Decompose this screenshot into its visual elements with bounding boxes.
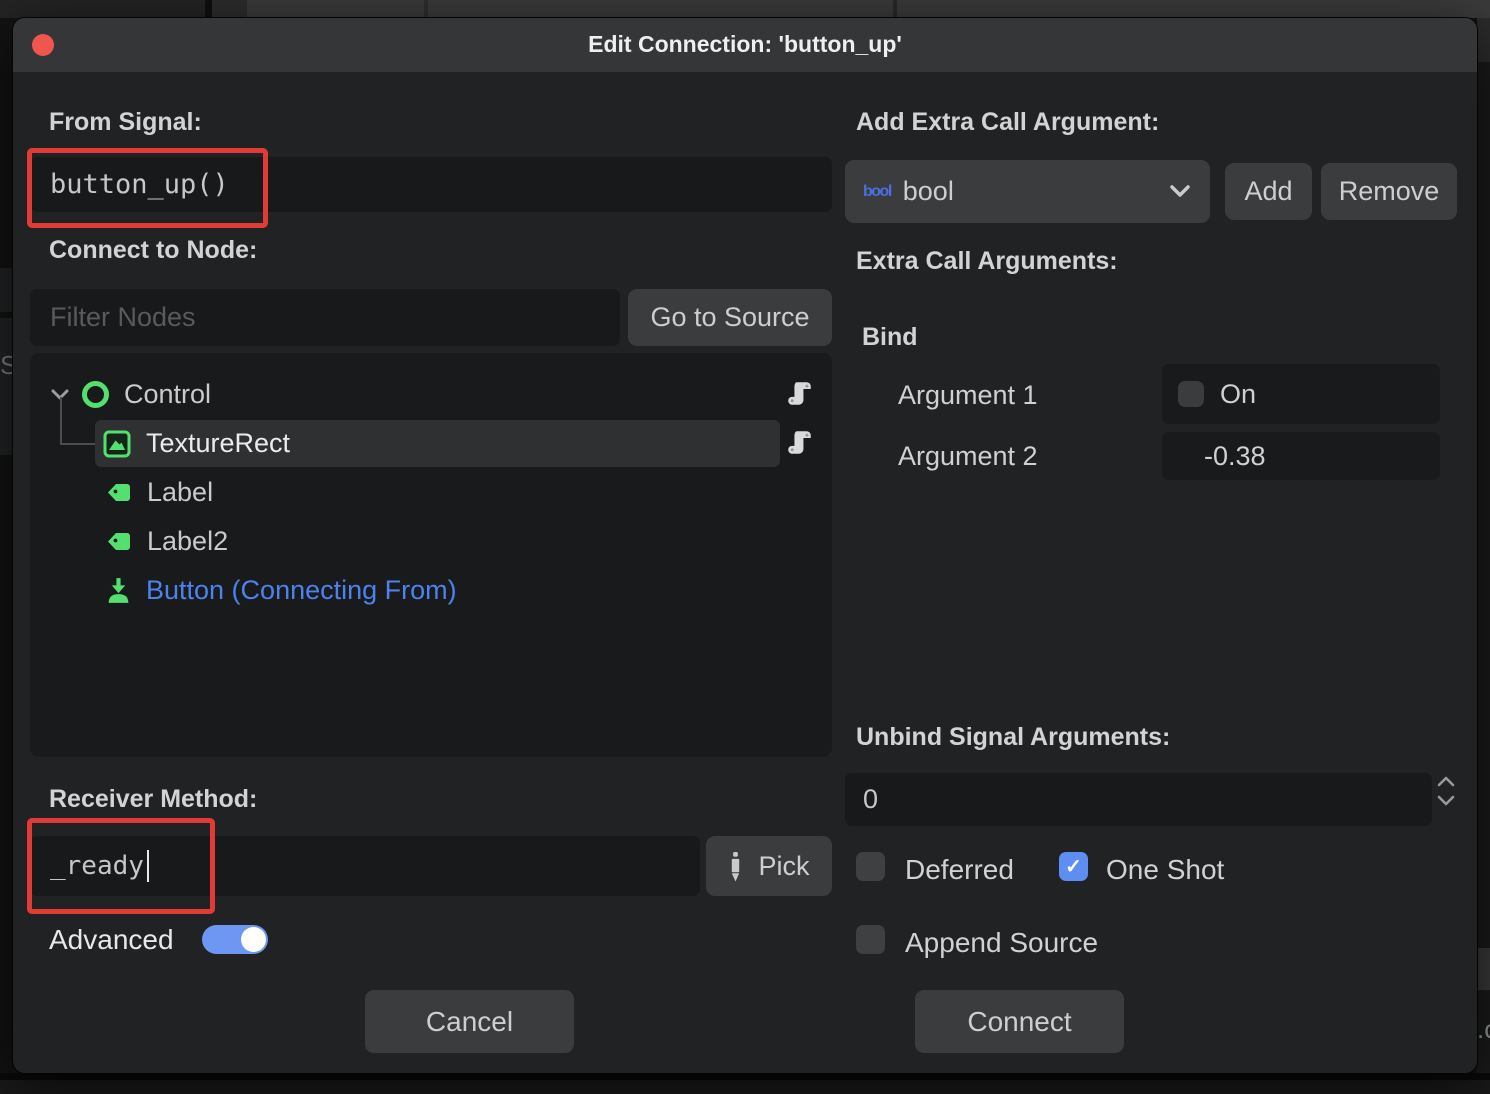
unbind-value: 0 bbox=[863, 784, 878, 815]
cancel-label: Cancel bbox=[426, 1006, 513, 1038]
advanced-label: Advanced bbox=[49, 924, 174, 956]
argument-1-value: On bbox=[1220, 379, 1256, 410]
node-tree-panel: Control TextureRect Label bbox=[30, 353, 832, 757]
unbind-signal-arguments-label: Unbind Signal Arguments: bbox=[856, 723, 1170, 752]
bg-bottom-strip-dark bbox=[0, 1073, 1490, 1080]
bg-top-strip bbox=[0, 0, 1490, 18]
from-signal-value: button_up() bbox=[50, 169, 229, 200]
label-node-icon bbox=[105, 479, 133, 506]
one-shot-checkbox[interactable]: ✓ bbox=[1059, 852, 1088, 881]
append-source-checkbox[interactable] bbox=[856, 925, 885, 954]
unbind-spinner-field[interactable]: 0 bbox=[845, 773, 1432, 826]
argument-2-value: -0.38 bbox=[1204, 441, 1266, 472]
button-node-icon bbox=[105, 576, 132, 605]
argument-type-value: bool bbox=[903, 176, 954, 207]
bg-left-block-2 bbox=[0, 318, 13, 455]
go-to-source-label: Go to Source bbox=[650, 302, 809, 333]
bg-left-block-1 bbox=[0, 268, 13, 312]
bg-top-seg-b bbox=[205, 0, 212, 18]
bool-type-icon: bool bbox=[863, 183, 891, 201]
script-icon bbox=[786, 380, 813, 407]
bg-left-strip: S bbox=[0, 18, 13, 1073]
deferred-checkbox[interactable] bbox=[856, 852, 885, 881]
tree-node-label: Label2 bbox=[147, 526, 228, 557]
spinner-arrows bbox=[1437, 776, 1455, 806]
bg-top-seg-c bbox=[212, 0, 247, 18]
connect-label: Connect bbox=[967, 1006, 1071, 1038]
bind-label: Bind bbox=[862, 323, 918, 352]
add-extra-call-argument-label: Add Extra Call Argument: bbox=[856, 108, 1159, 137]
argument-type-dropdown[interactable]: bool bool bbox=[845, 160, 1210, 223]
label-node-icon bbox=[105, 528, 133, 555]
receiver-method-field[interactable]: _ready bbox=[30, 836, 700, 896]
tree-row-button[interactable]: Button (Connecting From) bbox=[105, 566, 457, 614]
append-source-label: Append Source bbox=[905, 927, 1098, 959]
argument-1-value-box: On bbox=[1162, 364, 1440, 424]
cancel-button[interactable]: Cancel bbox=[365, 990, 574, 1053]
bg-right-strip: .c bbox=[1477, 18, 1490, 1073]
tree-node-label: TextureRect bbox=[146, 428, 290, 459]
argument-1-name: Argument 1 bbox=[898, 380, 1038, 411]
filter-nodes-input[interactable] bbox=[30, 289, 620, 346]
add-label: Add bbox=[1244, 176, 1292, 207]
add-argument-button[interactable]: Add bbox=[1225, 163, 1312, 220]
one-shot-label: One Shot bbox=[1106, 854, 1224, 886]
receiver-method-value: _ready bbox=[50, 851, 144, 881]
connect-to-node-label: Connect to Node: bbox=[49, 236, 257, 265]
texturerect-node-icon bbox=[103, 430, 131, 458]
text-cursor bbox=[147, 850, 149, 882]
bg-top-seg-a bbox=[0, 0, 205, 18]
pencil-icon bbox=[728, 851, 743, 882]
bg-bottom-strip bbox=[0, 1080, 1490, 1094]
advanced-toggle[interactable] bbox=[202, 925, 268, 954]
pick-label: Pick bbox=[758, 851, 809, 882]
receiver-method-label: Receiver Method: bbox=[49, 785, 257, 814]
edit-connection-dialog: Edit Connection: 'button_up' From Signal… bbox=[13, 18, 1477, 1073]
check-icon: ✓ bbox=[1065, 854, 1082, 879]
spinner-up-icon[interactable] bbox=[1437, 776, 1455, 787]
toggle-knob bbox=[241, 927, 266, 952]
from-signal-field[interactable]: button_up() bbox=[30, 157, 832, 212]
deferred-label: Deferred bbox=[905, 854, 1014, 886]
tree-node-label: Control bbox=[124, 379, 211, 410]
remove-label: Remove bbox=[1339, 176, 1440, 207]
tree-row-label[interactable]: Label bbox=[105, 468, 213, 516]
tree-node-label: Button (Connecting From) bbox=[146, 575, 457, 606]
connect-button[interactable]: Connect bbox=[915, 990, 1124, 1053]
tree-connector-line bbox=[60, 397, 96, 445]
argument-2-value-box[interactable]: -0.38 bbox=[1162, 432, 1440, 480]
tree-node-label: Label bbox=[147, 477, 213, 508]
bg-right-partial-text: .c bbox=[1477, 1014, 1490, 1045]
bg-right-block-1 bbox=[1477, 18, 1490, 62]
bg-right-block-2 bbox=[1477, 948, 1490, 990]
extra-call-arguments-label: Extra Call Arguments: bbox=[856, 247, 1118, 276]
spinner-down-icon[interactable] bbox=[1437, 795, 1455, 806]
dialog-title: Edit Connection: 'button_up' bbox=[13, 31, 1477, 58]
from-signal-label: From Signal: bbox=[49, 108, 202, 137]
tree-row-label2[interactable]: Label2 bbox=[105, 517, 228, 565]
argument-1-checkbox[interactable] bbox=[1178, 381, 1204, 407]
go-to-source-button[interactable]: Go to Source bbox=[628, 289, 832, 346]
chevron-down-icon bbox=[1168, 184, 1192, 199]
bg-top-divider-2 bbox=[893, 0, 897, 18]
pick-button[interactable]: Pick bbox=[706, 836, 832, 896]
dialog-titlebar: Edit Connection: 'button_up' bbox=[13, 18, 1477, 72]
bg-top-divider-1 bbox=[424, 0, 428, 18]
argument-2-name: Argument 2 bbox=[898, 441, 1038, 472]
tree-row-texturerect[interactable]: TextureRect bbox=[95, 420, 780, 467]
remove-argument-button[interactable]: Remove bbox=[1321, 163, 1457, 220]
script-icon bbox=[786, 429, 813, 456]
